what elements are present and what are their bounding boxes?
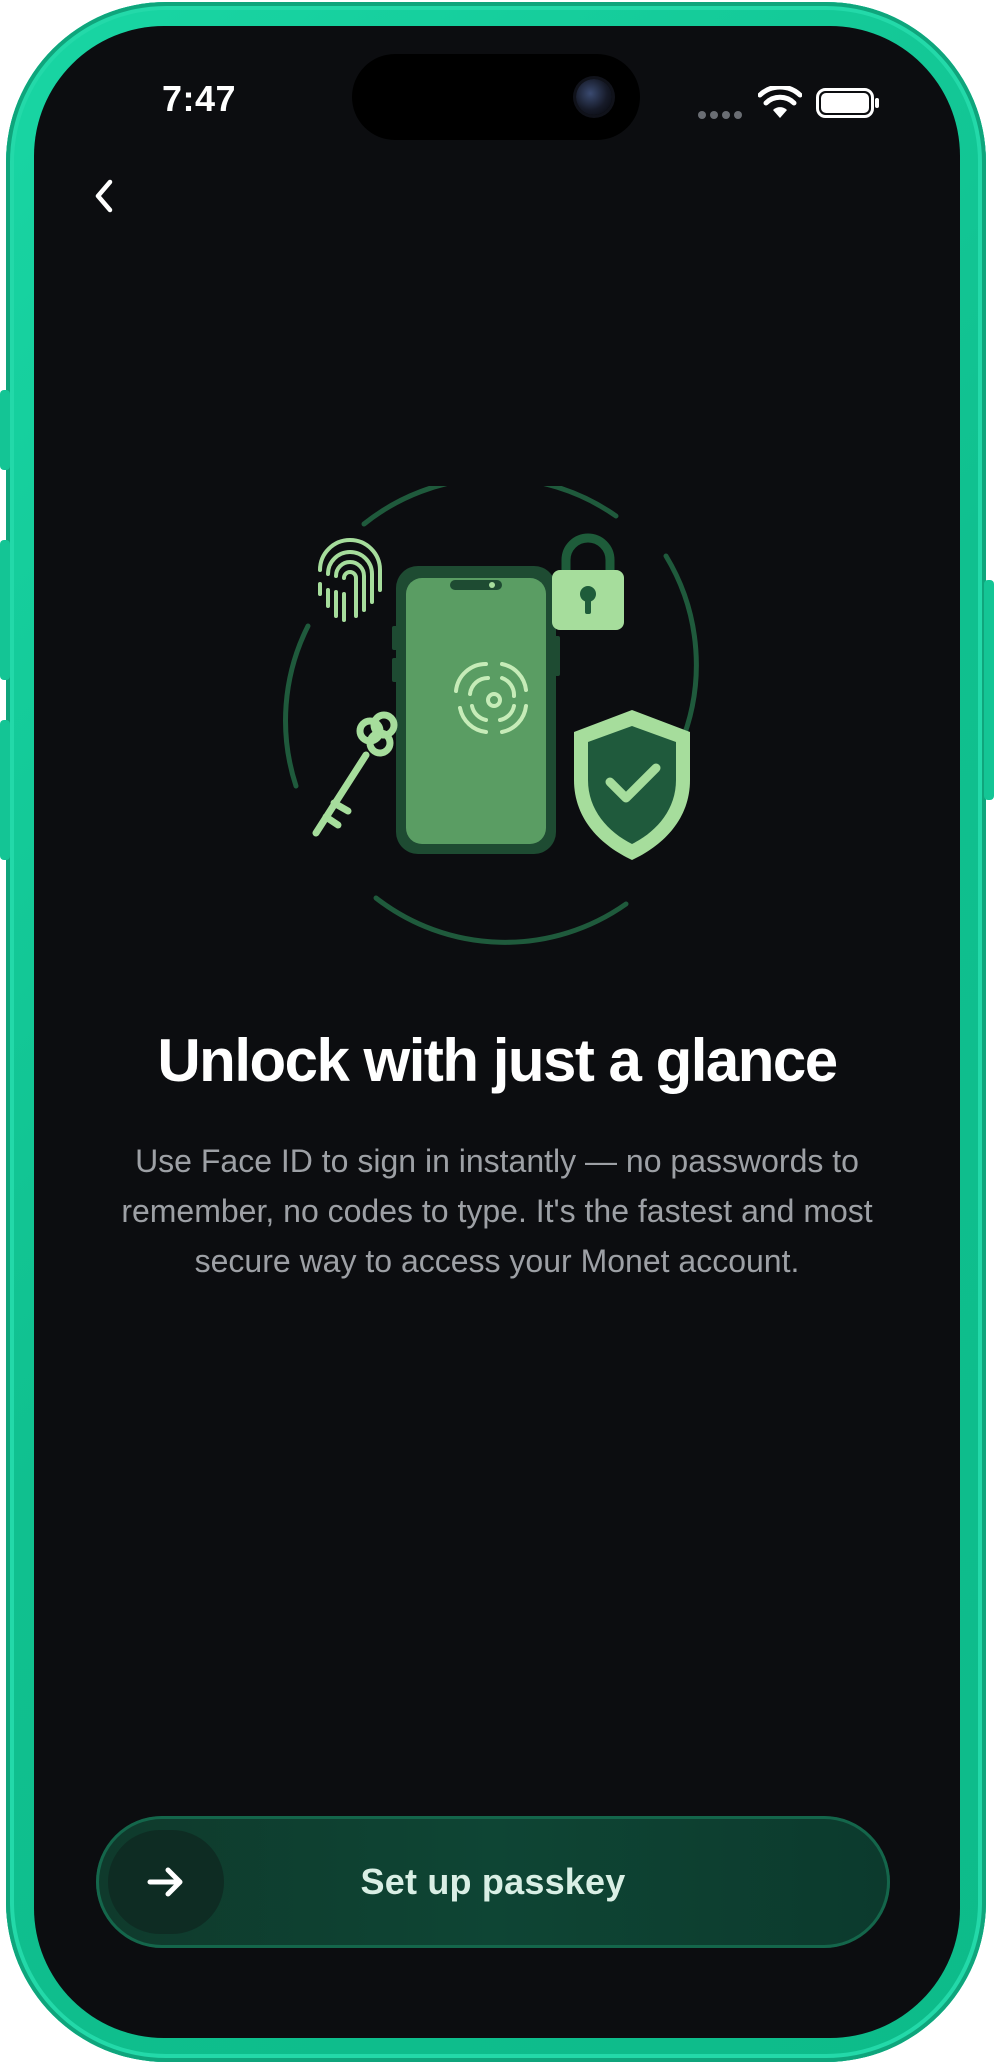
volume-down-button [0,720,10,860]
setup-passkey-label: Set up passkey [360,1861,626,1902]
shield-check-icon [574,710,690,860]
camera-icon [576,79,612,115]
cellular-signal-icon [698,106,750,119]
dynamic-island [352,54,640,140]
phone-icon [392,566,560,854]
page-title: Unlock with just a glance [157,1027,838,1094]
padlock-icon [552,533,624,630]
fingerprint-icon [318,538,382,622]
volume-up-button [0,540,10,680]
wifi-icon [758,86,802,118]
key-icon [312,711,398,837]
passkey-illustration [283,486,699,945]
status-bar: 7:47 [34,26,960,146]
status-time: 7:47 [162,78,237,119]
battery-icon [816,88,879,118]
action-button [0,390,10,470]
back-button[interactable] [74,166,134,226]
chevron-left-icon [95,179,113,213]
screen: 7:47 Unlock with just a glance Use Face … [34,26,960,2038]
power-button [984,580,994,800]
setup-passkey-button[interactable]: Set up passkey [96,1816,890,1948]
page-description: Use Face ID to sign in instantly — no pa… [121,1143,873,1279]
